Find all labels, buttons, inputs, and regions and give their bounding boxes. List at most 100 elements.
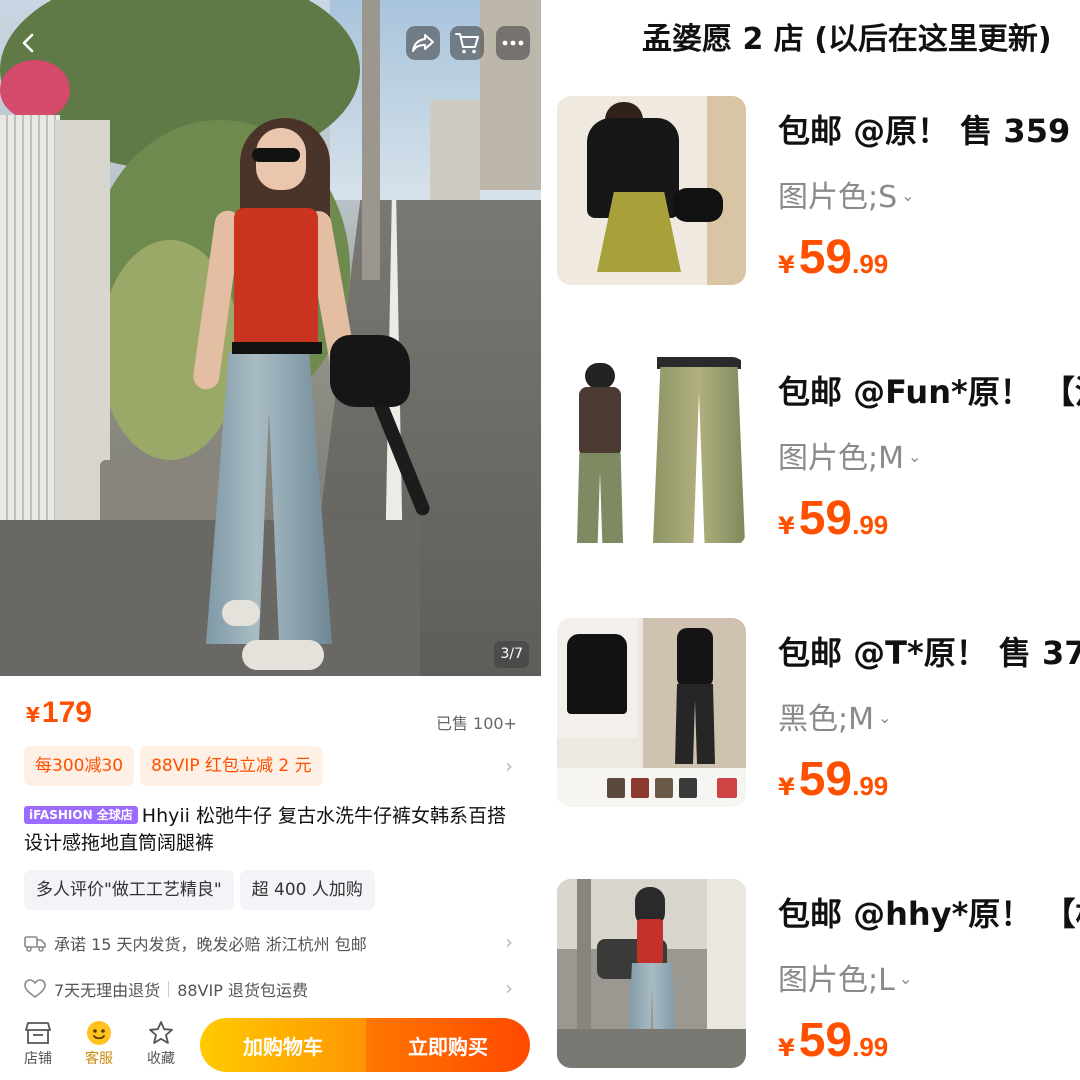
order-item[interactable]: 包邮 @Fun*原！ 【流 图片色;M ⌄ ¥ 59 .99	[541, 357, 1080, 557]
order-spec[interactable]: 图片色;S ⌄	[778, 172, 915, 216]
divider	[168, 981, 170, 997]
chevron-right-icon[interactable]: ›	[505, 976, 513, 1000]
promo-vip-coupon[interactable]: 88VIP 红包立减 2 元	[140, 746, 323, 786]
chevron-down-icon: ⌄	[878, 708, 892, 727]
bottom-action-bar: 店铺 客服 收藏 加购物车 立即购买	[0, 1010, 541, 1080]
returns-row[interactable]: 7天无理由退货 88VIP 退货包运费	[24, 974, 524, 1004]
thumb-ground	[557, 1029, 746, 1068]
order-title: 包邮 @hhy*原！ 【松	[778, 895, 1080, 933]
order-spec[interactable]: 图片色;L ⌄	[778, 955, 912, 999]
order-price: ¥ 59 .99	[778, 491, 888, 546]
buy-now-button[interactable]: 立即购买	[366, 1018, 530, 1072]
image-counter: 3/7	[494, 641, 529, 668]
thumb-mini	[679, 778, 697, 798]
order-spec-text: 图片色;M	[778, 441, 904, 476]
order-thumbnail[interactable]	[557, 96, 746, 285]
favorite-button[interactable]: 收藏	[141, 1018, 181, 1074]
order-item[interactable]: 包邮 @原！ 售 359 图片色;S ⌄ ¥ 59 .99	[541, 96, 1080, 296]
price-decimal: .99	[852, 249, 889, 279]
add-to-cart-button[interactable]: 加购物车	[200, 1018, 366, 1072]
chevron-down-icon: ⌄	[898, 969, 913, 988]
order-title: 包邮 @Fun*原！ 【流	[778, 373, 1080, 411]
price-currency: ¥	[778, 251, 795, 279]
price-integer: 59	[798, 753, 853, 806]
model-belt	[232, 342, 322, 354]
utility-pole	[362, 0, 380, 280]
returns-text-b: 88VIP 退货包运费	[177, 981, 308, 1000]
order-price: ¥ 59 .99	[778, 1013, 888, 1068]
favorite-label: 收藏	[147, 1051, 175, 1067]
order-spec-text: 黑色;M	[778, 702, 874, 737]
thumb-hair	[585, 363, 615, 389]
order-thumbnail[interactable]	[557, 879, 746, 1068]
cart-count-tag: 超 400 人加购	[239, 870, 375, 910]
thumb-jeans	[577, 453, 623, 543]
model-black-bag	[330, 335, 410, 407]
order-thumbnail[interactable]	[557, 357, 746, 546]
model-shoe	[222, 600, 260, 626]
chevron-right-icon[interactable]: ›	[505, 930, 513, 954]
model-sunglasses	[252, 148, 300, 162]
more-button[interactable]	[496, 26, 530, 60]
order-spec[interactable]: 图片色;M ⌄	[778, 433, 921, 477]
thumb-mini	[607, 778, 625, 798]
truck-icon	[24, 932, 46, 954]
service-label: 客服	[85, 1051, 113, 1067]
thumb-mini	[631, 778, 649, 798]
thumb-jeans-closeup	[653, 367, 745, 543]
product-title: iFASHION 全球店 Hhyii 松弛牛仔 复古水洗牛仔裤女韩系百搭设计感拖地…	[24, 803, 514, 857]
shipping-row[interactable]: 承诺 15 天内发货，晚发必赔 浙江杭州 包邮	[24, 928, 524, 958]
thumb-mini	[717, 778, 737, 798]
service-button[interactable]: 客服	[79, 1018, 119, 1074]
price-integer: 59	[798, 492, 853, 545]
promo-coupon[interactable]: 每300减30	[24, 746, 135, 786]
heart-icon	[24, 978, 46, 1000]
order-spec-text: 图片色;S	[778, 180, 898, 215]
order-item[interactable]: 包邮 @T*原！ 售 373 黑色;M ⌄ ¥ 59 .99	[541, 618, 1080, 818]
price: ¥ 179	[26, 696, 92, 736]
order-price: ¥ 59 .99	[778, 230, 888, 285]
shop-button[interactable]: 店铺	[18, 1018, 58, 1074]
thumb-brown-top	[579, 387, 621, 457]
white-fence	[0, 115, 60, 535]
review-tag[interactable]: 多人评价"做工工艺精良"	[24, 870, 234, 910]
order-list-panel: 孟婆愿 2 店 (以后在这里更新) 包邮 @原！ 售 359 图片色;S ⌄ ¥ …	[541, 0, 1080, 1080]
order-spec-text: 图片色;L	[778, 963, 895, 998]
chevron-right-icon[interactable]: ›	[505, 754, 513, 778]
model-red-top	[234, 208, 318, 348]
share-icon	[412, 34, 434, 52]
order-title: 包邮 @原！ 售 359	[778, 112, 1071, 150]
chevron-down-icon: ⌄	[908, 447, 922, 466]
price-decimal: .99	[852, 510, 889, 540]
price-currency: ¥	[778, 1034, 795, 1062]
back-button[interactable]	[12, 26, 46, 60]
review-tags: 多人评价"做工工艺精良" 超 400 人加购	[24, 870, 375, 910]
order-spec[interactable]: 黑色;M ⌄	[778, 694, 891, 738]
thumb-black-cardigan	[567, 634, 627, 714]
cart-icon	[455, 33, 479, 54]
order-title: 包邮 @T*原！ 售 373	[778, 634, 1080, 672]
order-price: ¥ 59 .99	[778, 752, 888, 807]
price-decimal: .99	[852, 771, 889, 801]
thumb-black-top	[677, 628, 713, 688]
share-button[interactable]	[406, 26, 440, 60]
ifashion-badge: iFASHION 全球店	[24, 806, 138, 824]
product-image-carousel[interactable]: 3/7	[0, 0, 541, 676]
promo-row[interactable]: 每300减30 88VIP 红包立减 2 元	[24, 746, 323, 786]
flowers	[0, 60, 70, 120]
price-currency: ¥	[778, 512, 795, 540]
chevron-down-icon: ⌄	[901, 186, 915, 205]
background-building	[430, 100, 480, 200]
thumb-mini	[655, 778, 673, 798]
star-icon	[146, 1018, 176, 1048]
cart-button[interactable]	[450, 26, 484, 60]
price-value: 179	[41, 696, 92, 729]
order-item[interactable]: 包邮 @hhy*原！ 【松 图片色;L ⌄ ¥ 59 .99	[541, 879, 1080, 1079]
order-thumbnail[interactable]	[557, 618, 746, 807]
price-integer: 59	[798, 231, 853, 284]
more-icon	[502, 40, 524, 46]
shipping-text: 承诺 15 天内发货，晚发必赔 浙江杭州 包邮	[54, 935, 367, 954]
shop-title[interactable]: 孟婆愿 2 店 (以后在这里更新)	[642, 14, 1052, 58]
price-integer: 59	[798, 1014, 853, 1067]
price-decimal: .99	[852, 1032, 889, 1062]
